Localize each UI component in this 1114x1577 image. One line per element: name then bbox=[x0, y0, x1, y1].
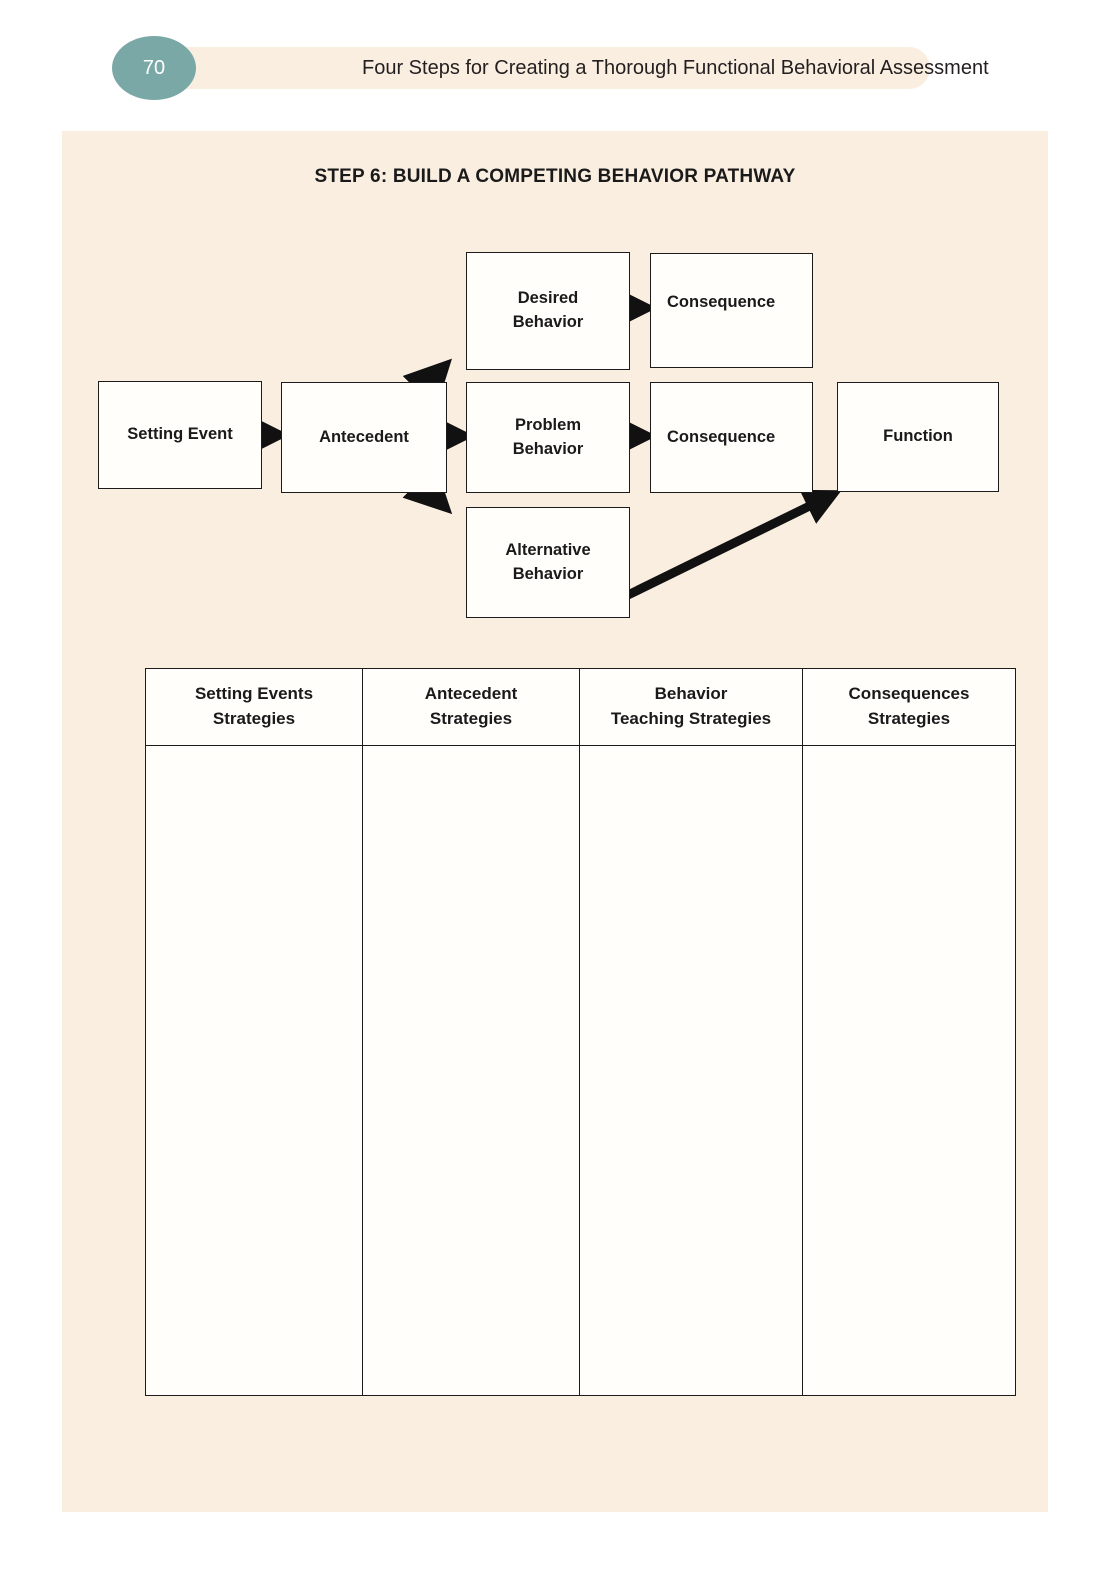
node-alternative-behavior: Alternative Behavior bbox=[466, 507, 630, 618]
page-number-badge: 70 bbox=[112, 36, 196, 100]
table-header-consequences-strategies: Consequences Strategies bbox=[802, 668, 1016, 746]
node-antecedent-label: Antecedent bbox=[319, 427, 409, 446]
node-antecedent: Antecedent bbox=[281, 382, 447, 493]
page-header-title: Four Steps for Creating a Thorough Funct… bbox=[362, 57, 989, 79]
cell-antecedent-strategies[interactable] bbox=[362, 745, 580, 1396]
table-header-behavior-teaching-line2: Teaching Strategies bbox=[610, 709, 772, 728]
table-header-antecedent-strategies: Antecedent Strategies bbox=[362, 668, 580, 746]
node-alternative-behavior-line1: Alternative bbox=[505, 540, 591, 559]
competing-behavior-pathway-diagram: Setting Event Antecedent Desired Behavio… bbox=[62, 131, 1048, 651]
strategies-table: Setting Events Strategies Antecedent Str… bbox=[145, 668, 1016, 1396]
table-header-consequences-line2: Strategies bbox=[867, 709, 951, 728]
page-header-bar: Four Steps for Creating a Thorough Funct… bbox=[126, 47, 989, 89]
node-setting-event: Setting Event bbox=[98, 381, 262, 489]
cell-behavior-teaching-strategies[interactable] bbox=[579, 745, 803, 1396]
table-header-behavior-teaching-strategies: Behavior Teaching Strategies bbox=[579, 668, 803, 746]
node-desired-behavior: Desired Behavior bbox=[466, 252, 630, 370]
worksheet-panel: STEP 6: BUILD A COMPETING BEHAVIOR PATHW… bbox=[62, 131, 1048, 1512]
table-header-setting-events-line1: Setting Events bbox=[194, 684, 314, 704]
table-header-setting-events-line2: Strategies bbox=[212, 709, 296, 728]
cell-consequences-strategies[interactable] bbox=[802, 745, 1016, 1396]
node-consequence-problem: Consequence bbox=[650, 382, 813, 493]
cell-setting-events-strategies[interactable] bbox=[145, 745, 363, 1396]
node-function-label: Function bbox=[883, 427, 953, 446]
node-consequence-desired-label: Consequence bbox=[667, 292, 776, 311]
node-problem-behavior-line2: Behavior bbox=[512, 439, 584, 458]
table-header-behavior-teaching-line1: Behavior bbox=[654, 684, 728, 704]
node-setting-event-label: Setting Event bbox=[127, 425, 233, 444]
node-consequence-problem-label: Consequence bbox=[667, 427, 776, 446]
table-header-setting-events-strategies: Setting Events Strategies bbox=[145, 668, 363, 746]
arrow-alternative-behavior-to-function bbox=[626, 489, 842, 600]
table-header-antecedent-line2: Strategies bbox=[429, 709, 513, 728]
node-problem-behavior: Problem Behavior bbox=[466, 382, 630, 493]
node-desired-behavior-line1: Desired bbox=[517, 289, 579, 308]
node-function: Function bbox=[837, 382, 999, 492]
node-problem-behavior-label: Problem Behavior bbox=[513, 414, 584, 462]
node-problem-behavior-line1: Problem bbox=[514, 415, 581, 434]
node-alternative-behavior-label: Alternative Behavior bbox=[505, 539, 590, 587]
table-row bbox=[145, 745, 1016, 1396]
table-header-row: Setting Events Strategies Antecedent Str… bbox=[145, 668, 1016, 746]
node-desired-behavior-line2: Behavior bbox=[512, 313, 584, 331]
node-consequence-desired: Consequence bbox=[650, 253, 813, 368]
table-header-consequences-line1: Consequences bbox=[848, 684, 970, 704]
node-desired-behavior-label: Desired Behavior bbox=[513, 287, 584, 335]
table-header-antecedent-line1: Antecedent bbox=[424, 684, 518, 704]
node-alternative-behavior-line2: Behavior bbox=[512, 564, 584, 583]
